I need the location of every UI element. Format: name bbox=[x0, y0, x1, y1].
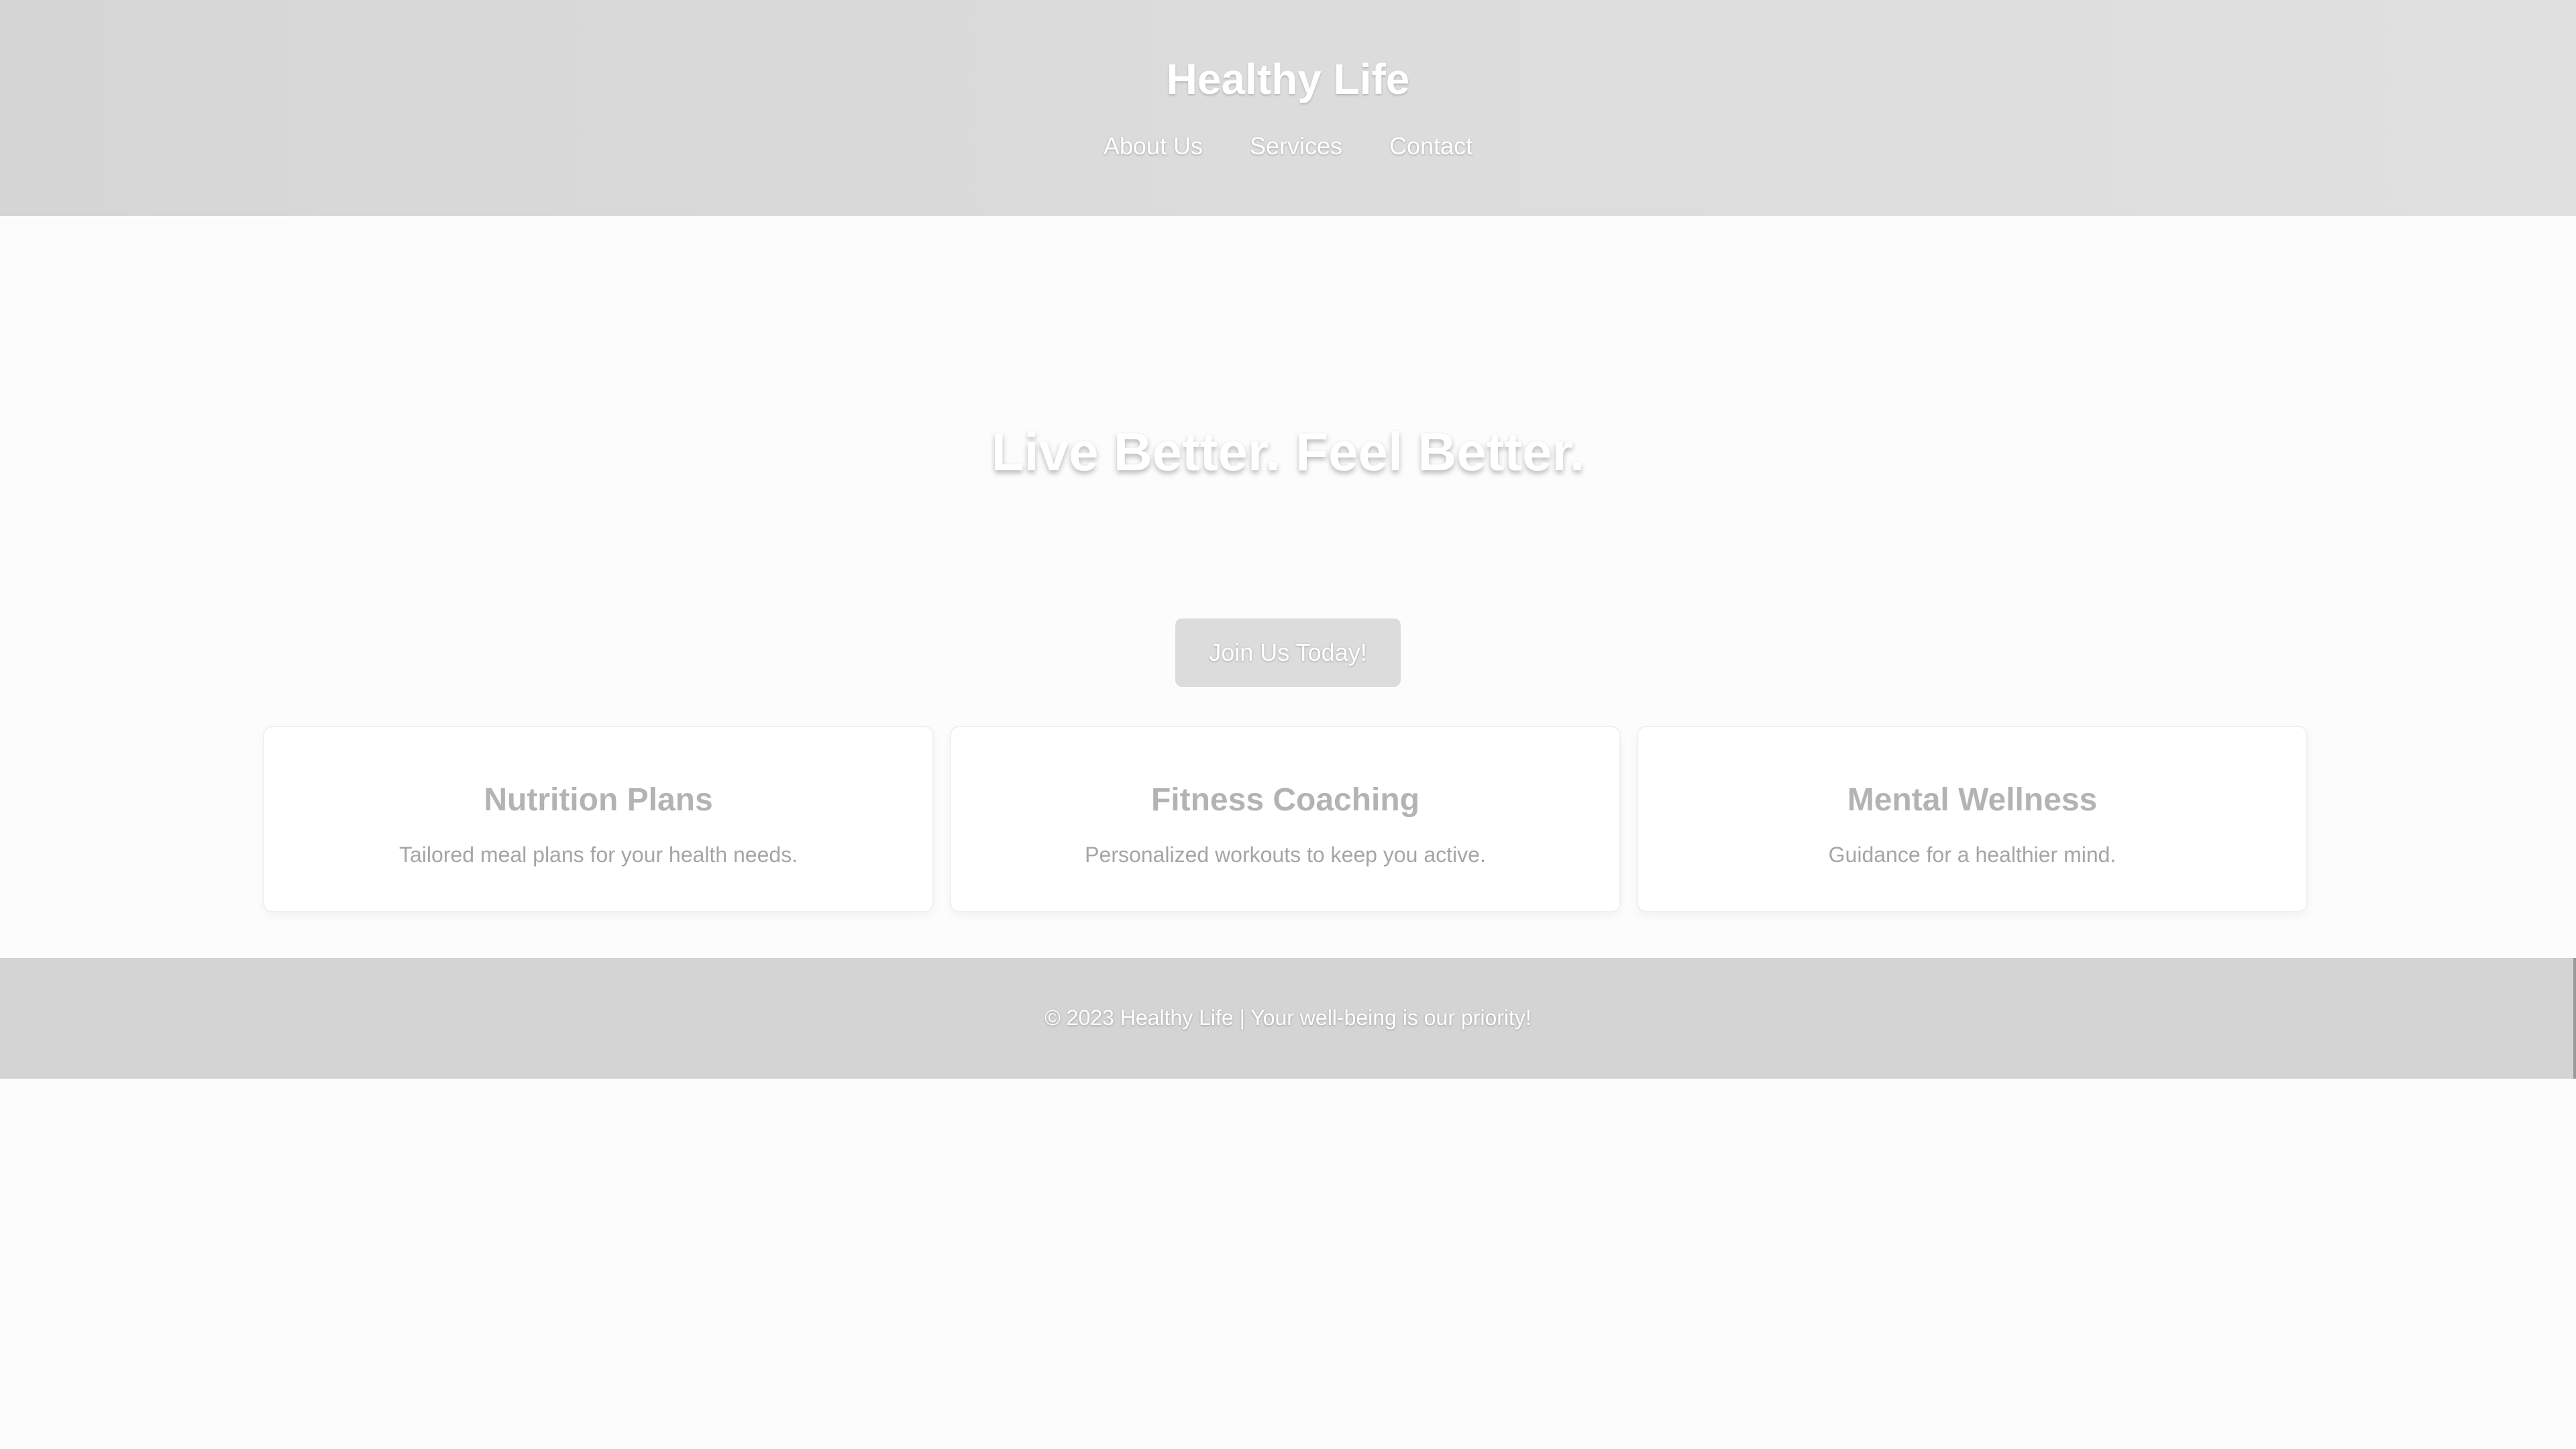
join-us-button[interactable]: Join Us Today! bbox=[1175, 619, 1401, 687]
card-description: Tailored meal plans for your health need… bbox=[398, 843, 798, 867]
nav-link-about-us[interactable]: About Us bbox=[1104, 129, 1203, 164]
card-description: Guidance for a healthier mind. bbox=[1828, 843, 2116, 867]
hero-title: Live Better. Feel Better. bbox=[991, 421, 1585, 482]
card-title: Mental Wellness bbox=[1847, 782, 2098, 818]
site-header: Healthy Life About Us Services Contact bbox=[0, 0, 2576, 216]
main-nav: About Us Services Contact bbox=[0, 129, 2576, 164]
card-title: Nutrition Plans bbox=[484, 782, 713, 818]
nav-link-contact[interactable]: Contact bbox=[1389, 129, 1472, 164]
services-cards: Nutrition Plans Tailored meal plans for … bbox=[263, 726, 2308, 912]
nav-link-services[interactable]: Services bbox=[1250, 129, 1342, 164]
footer-copyright: © 2023 Healthy Life | Your well-being is… bbox=[1044, 1006, 1532, 1030]
site-title: Healthy Life bbox=[1166, 55, 1410, 103]
site-footer: © 2023 Healthy Life | Your well-being is… bbox=[0, 958, 2576, 1079]
card-mental-wellness: Mental Wellness Guidance for a healthier… bbox=[1637, 726, 2308, 912]
card-title: Fitness Coaching bbox=[1150, 782, 1420, 818]
card-nutrition-plans: Nutrition Plans Tailored meal plans for … bbox=[263, 726, 934, 912]
scrollbar-edge[interactable] bbox=[2573, 958, 2576, 1079]
card-fitness-coaching: Fitness Coaching Personalized workouts t… bbox=[950, 726, 1621, 912]
card-description: Personalized workouts to keep you active… bbox=[1085, 843, 1486, 867]
